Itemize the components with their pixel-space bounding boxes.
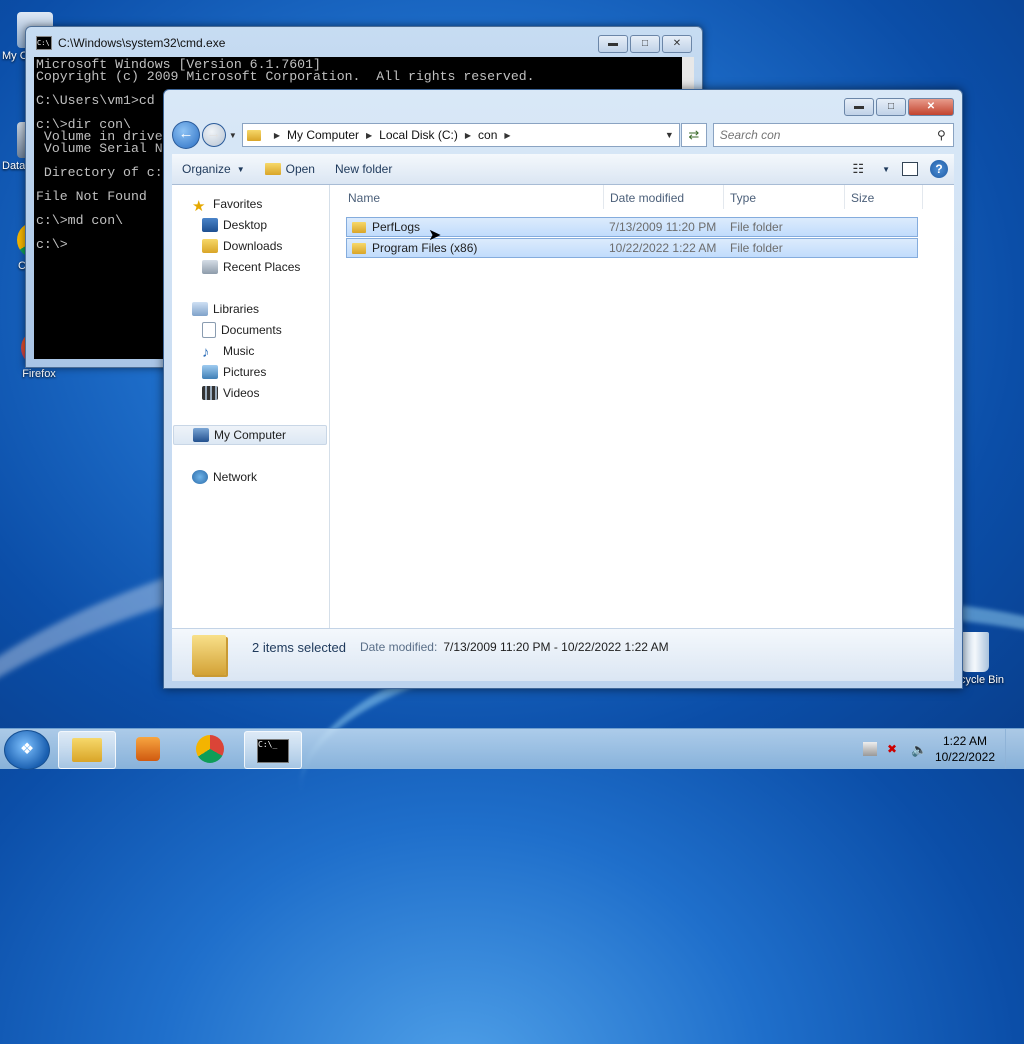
cmd-window-buttons: ▬ □ ✕	[598, 35, 692, 53]
taskbar-cmd[interactable]: C:\_	[244, 731, 302, 769]
folder-icon	[352, 221, 366, 233]
computer-icon	[193, 428, 209, 442]
network-icon	[192, 470, 208, 484]
libraries-icon	[192, 302, 208, 316]
clock-date: 10/22/2022	[934, 750, 995, 764]
organize-button[interactable]: Organize ▼	[172, 154, 255, 184]
recycle-bin-icon	[961, 632, 989, 672]
clock[interactable]: 1:22 AM 10/22/2022	[935, 733, 995, 765]
chrome-icon	[196, 735, 224, 763]
breadcrumb-local-disk[interactable]: Local Disk (C:)	[379, 128, 458, 142]
show-desktop-button[interactable]	[1005, 729, 1016, 769]
new-folder-button[interactable]: New folder	[325, 154, 402, 184]
nav-desktop[interactable]: Desktop	[202, 215, 267, 235]
details-date-value: 7/13/2009 11:20 PM - 10/22/2022 1:22 AM	[443, 640, 669, 654]
search-icon[interactable]: ⚲	[937, 128, 953, 142]
taskbar: ❖ C:\_ ✖ 🔈 1:22 AM 10/22/2022	[0, 728, 1024, 770]
nav-music[interactable]: ♪ Music	[202, 341, 254, 361]
navigation-pane: ★ Favorites Desktop Downloads Recent Pla…	[172, 185, 330, 628]
folder-large-icon	[192, 635, 226, 675]
chevron-right-icon[interactable]: ▶	[274, 131, 280, 140]
preview-pane-icon[interactable]	[902, 162, 918, 176]
cmd-icon: C:\_	[257, 739, 289, 763]
cmd-minimize-button[interactable]: ▬	[598, 35, 628, 53]
folder-open-icon	[264, 163, 281, 175]
star-icon: ★	[192, 198, 206, 215]
command-bar: Organize ▼ Open New folder ☷ ▼ ?	[172, 154, 954, 185]
explorer-window-buttons: ▬ □ ✕	[844, 98, 954, 116]
volume-icon[interactable]: 🔈	[911, 742, 927, 757]
nav-network[interactable]: Network	[192, 467, 257, 487]
explorer-body: ★ Favorites Desktop Downloads Recent Pla…	[172, 185, 954, 628]
recent-pages-dropdown[interactable]: ▼	[229, 131, 239, 140]
nav-favorites[interactable]: ★ Favorites	[192, 194, 262, 215]
music-icon: ♪	[202, 344, 210, 361]
column-date-modified[interactable]: Date modified	[604, 185, 724, 209]
explorer-icon	[72, 738, 102, 762]
selection-count: 2 items selected	[252, 639, 346, 655]
change-view-icon[interactable]: ☷	[852, 161, 864, 177]
nav-my-computer[interactable]: My Computer	[173, 425, 327, 445]
forward-button[interactable]: →	[201, 123, 226, 147]
back-button[interactable]: ←	[172, 121, 200, 149]
nav-documents[interactable]: Documents	[202, 320, 282, 340]
recent-places-icon	[202, 260, 218, 274]
clock-time: 1:22 AM	[942, 734, 987, 748]
folder-icon	[246, 129, 261, 141]
explorer-window[interactable]: ▬ □ ✕ ← → ▼ ▶ My Computer ▶ Local Disk (…	[163, 89, 963, 689]
mouse-cursor-icon: ➤	[428, 227, 442, 244]
media-player-icon	[136, 737, 160, 761]
system-tray: ✖ 🔈 1:22 AM 10/22/2022	[862, 729, 1016, 769]
nav-videos[interactable]: Videos	[202, 383, 259, 403]
explorer-close-button[interactable]: ✕	[908, 98, 954, 116]
address-row: ← → ▼ ▶ My Computer ▶ Local Disk (C:) ▶ …	[172, 121, 954, 149]
search-box[interactable]: ⚲	[712, 123, 954, 147]
details-date-label: Date modified:	[359, 640, 438, 654]
start-button[interactable]: ❖	[4, 730, 50, 770]
breadcrumb-my-computer[interactable]: My Computer	[287, 128, 359, 142]
column-type[interactable]: Type	[724, 185, 845, 209]
cmd-icon: C:\	[36, 36, 52, 50]
downloads-folder-icon	[202, 239, 218, 253]
column-size[interactable]: Size	[845, 185, 923, 209]
address-bar[interactable]: ▶ My Computer ▶ Local Disk (C:) ▶ con ▶ …	[241, 123, 680, 147]
cmd-maximize-button[interactable]: □	[630, 35, 660, 53]
folder-icon	[352, 242, 366, 254]
address-dropdown-icon[interactable]: ▼	[660, 130, 679, 140]
nav-pictures[interactable]: Pictures	[202, 362, 266, 382]
chevron-right-icon[interactable]: ▶	[465, 131, 471, 140]
nav-downloads[interactable]: Downloads	[202, 236, 282, 256]
cmd-line: Copyright (c) 2009 Microsoft Corporation…	[36, 69, 535, 84]
chevron-right-icon[interactable]: ▶	[366, 131, 372, 140]
action-center-icon[interactable]	[862, 742, 877, 756]
column-name[interactable]: Name	[330, 185, 604, 209]
taskbar-chrome[interactable]	[182, 731, 238, 767]
taskbar-media-player[interactable]	[120, 731, 176, 767]
nav-libraries[interactable]: Libraries	[192, 299, 259, 319]
documents-icon	[202, 322, 216, 338]
refresh-button[interactable]: ⇄	[680, 123, 707, 147]
explorer-maximize-button[interactable]: □	[876, 98, 906, 116]
column-headers: Name Date modified Type Size	[330, 185, 954, 209]
breadcrumb-con[interactable]: con	[478, 128, 497, 142]
chevron-right-icon[interactable]: ▶	[504, 131, 510, 140]
pictures-icon	[202, 365, 218, 379]
explorer-minimize-button[interactable]: ▬	[844, 98, 874, 116]
file-list[interactable]: Name Date modified Type Size PerfLogs 7/…	[330, 185, 954, 628]
open-button[interactable]: Open	[255, 154, 325, 184]
search-input[interactable]	[713, 127, 937, 143]
help-icon[interactable]: ?	[930, 160, 948, 178]
view-dropdown-icon[interactable]: ▼	[882, 165, 890, 174]
taskbar-explorer[interactable]	[58, 731, 116, 769]
cmd-close-button[interactable]: ✕	[662, 35, 692, 53]
nav-recent-places[interactable]: Recent Places	[202, 257, 300, 277]
chevron-down-icon: ▼	[236, 164, 245, 174]
videos-icon	[202, 386, 218, 400]
network-error-icon[interactable]: ✖	[887, 742, 901, 756]
cmd-title: C:\Windows\system32\cmd.exe	[58, 36, 226, 50]
desktop-icon	[202, 218, 218, 232]
windows-logo-icon: ❖	[19, 741, 35, 758]
details-pane: 2 items selected Date modified: 7/13/200…	[172, 628, 954, 681]
